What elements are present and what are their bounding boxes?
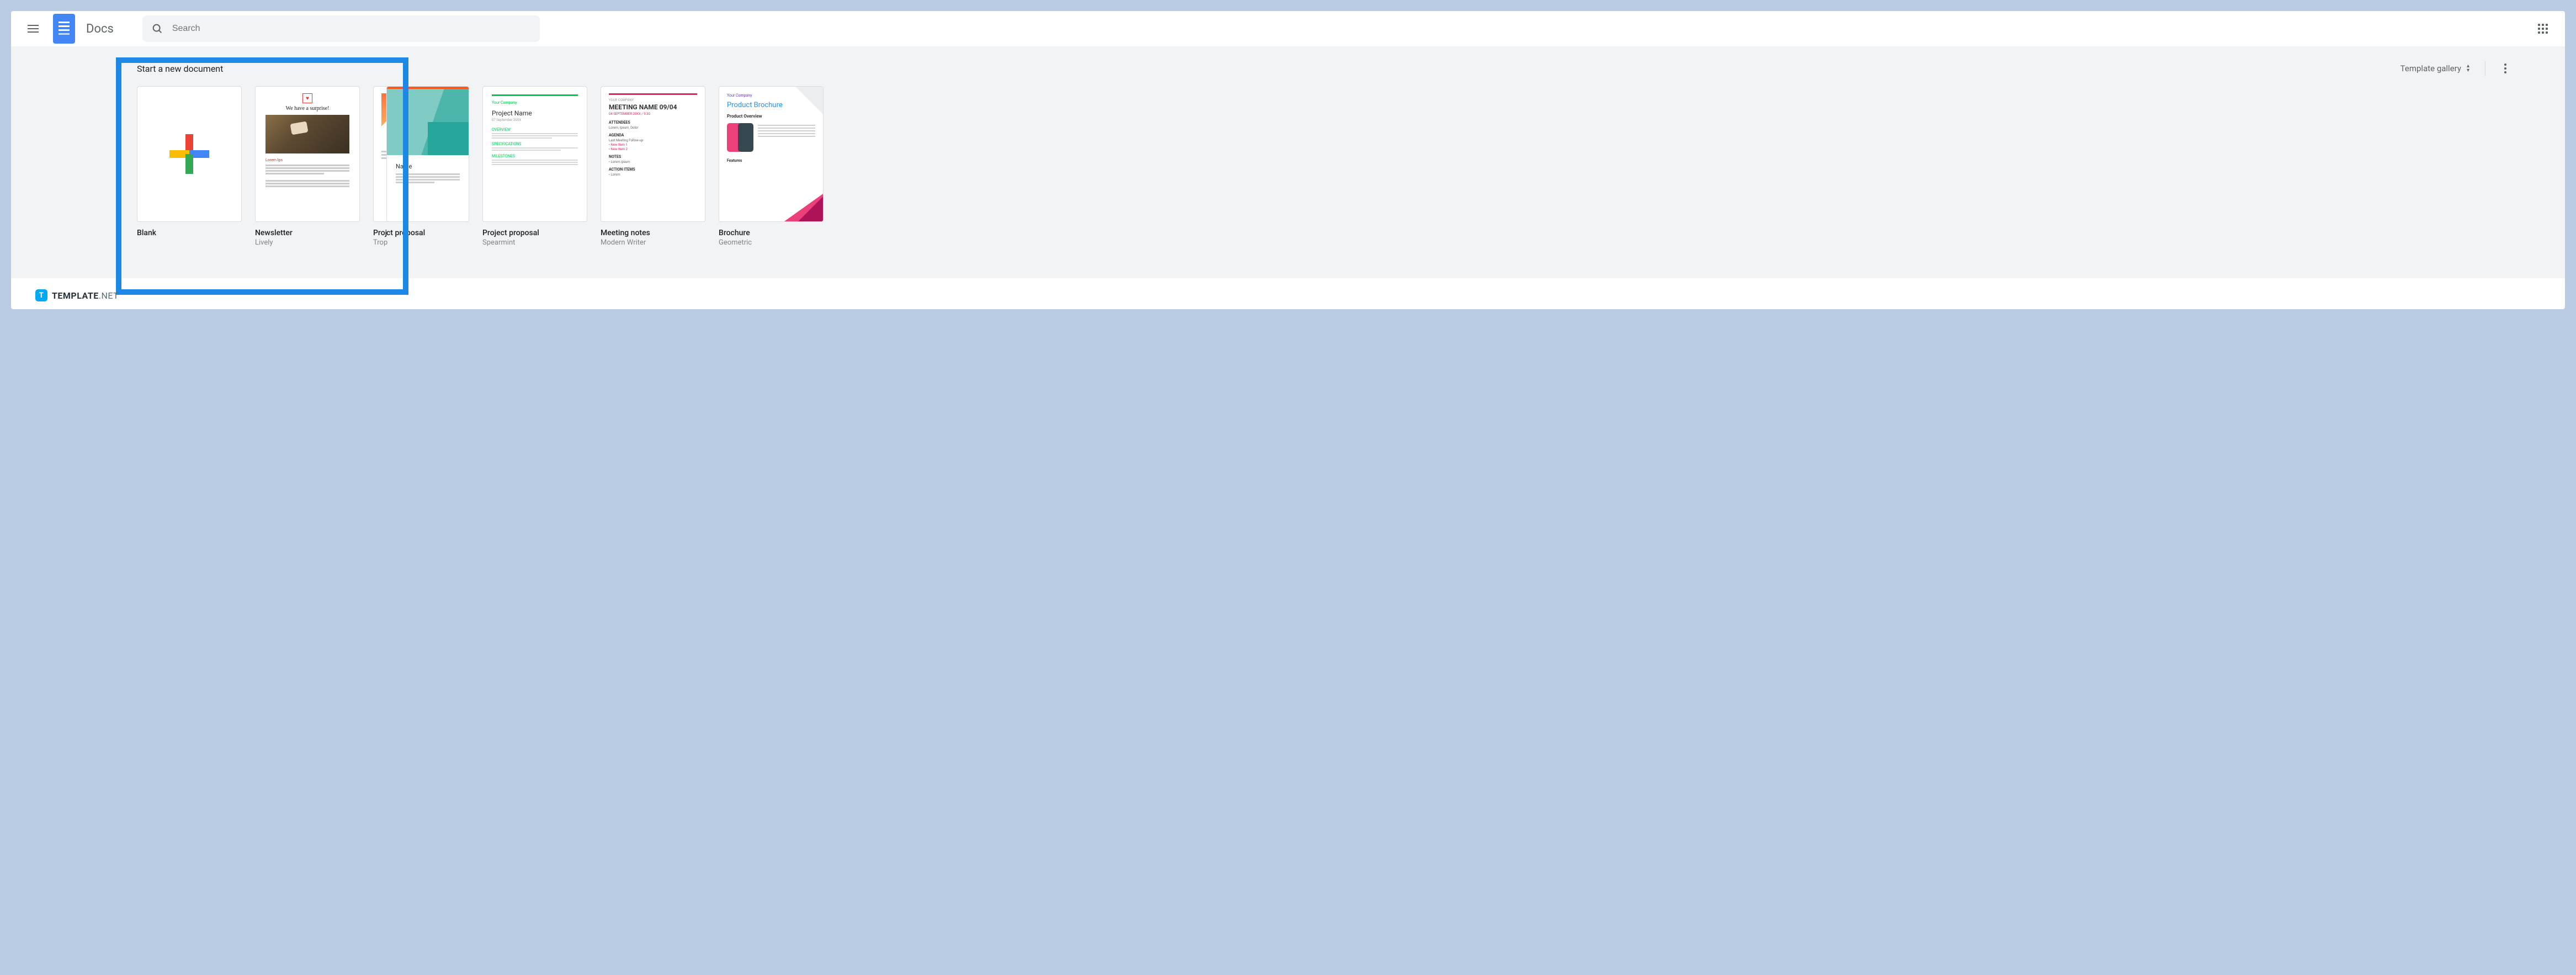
template-proposal-tropic-thumb: Name — [386, 86, 469, 222]
template-row: Blank ♥ We have a surprise! Lorem Ips Ne… — [132, 86, 2521, 247]
phone-mockup-icon — [727, 123, 753, 152]
heart-icon: ♥ — [302, 93, 312, 103]
template-label: Project proposal — [482, 229, 587, 237]
template-sublabel: Spearmint — [482, 239, 587, 247]
search-bar[interactable] — [142, 15, 540, 42]
template-section: Start a new document Template gallery ▴▾ — [11, 46, 2565, 278]
apps-grid-icon — [2538, 24, 2548, 34]
app-title: Docs — [86, 22, 114, 36]
search-input[interactable] — [172, 24, 531, 34]
template-newsletter[interactable]: ♥ We have a surprise! Lorem Ips Newslett… — [255, 86, 360, 247]
template-brochure[interactable]: Your Company Product Brochure Product Ov… — [719, 86, 824, 247]
thumb-heading: We have a surprise! — [265, 105, 349, 112]
thumb-heading: Name — [396, 163, 460, 170]
template-proposal-tropic[interactable]: Name ct proposal — [386, 86, 469, 247]
main-menu-button[interactable] — [20, 15, 46, 42]
thumb-subheading: Product Overview — [727, 114, 815, 119]
template-meeting-notes-thumb: Your Company MEETING NAME 09/04 04 SEPTE… — [601, 86, 705, 222]
more-options-button[interactable] — [2494, 57, 2516, 80]
section-header: Start a new document Template gallery ▴▾ — [132, 57, 2521, 84]
template-label: Blank — [137, 229, 242, 237]
template-sublabel: Modern Writer — [601, 239, 705, 247]
docs-logo-icon[interactable] — [53, 14, 75, 44]
thumb-heading: Product Brochure — [727, 101, 815, 109]
expand-icon: ▴▾ — [2467, 64, 2469, 73]
template-brochure-thumb: Your Company Product Brochure Product Ov… — [719, 86, 824, 222]
template-sublabel: Geometric — [719, 239, 824, 247]
thumb-heading: MEETING NAME 09/04 — [609, 103, 697, 111]
template-sublabel: Lively — [255, 239, 360, 247]
template-blank[interactable]: Blank — [137, 86, 242, 247]
gallery-controls: Template gallery ▴▾ — [2394, 57, 2516, 80]
template-gallery-button[interactable]: Template gallery ▴▾ — [2394, 59, 2476, 78]
template-label: Meeting notes — [601, 229, 705, 237]
template-proposal-spearmint-thumb: Your Company Project Name 07 September 2… — [482, 86, 587, 222]
template-meeting-notes[interactable]: Your Company MEETING NAME 09/04 04 SEPTE… — [601, 86, 705, 247]
plus-multicolor-icon — [169, 134, 209, 174]
hamburger-icon — [28, 25, 39, 33]
template-proposal-spearmint[interactable]: Your Company Project Name 07 September 2… — [482, 86, 587, 247]
app-frame: Docs Start a new document Template galle… — [11, 11, 2565, 309]
template-blank-thumb — [137, 86, 242, 222]
thumb-heading: Project Name — [492, 109, 578, 117]
template-newsletter-thumb: ♥ We have a surprise! Lorem Ips — [255, 86, 360, 222]
header-bar: Docs — [11, 11, 2565, 46]
more-vert-icon — [2504, 63, 2506, 73]
google-apps-button[interactable] — [2530, 15, 2556, 42]
section-title: Start a new document — [137, 63, 223, 74]
template-gallery-label: Template gallery — [2400, 63, 2461, 73]
template-label: ct proposal — [386, 229, 469, 237]
watermark-badge-icon: T — [35, 289, 47, 301]
watermark-brand: TEMPLATE — [52, 290, 99, 301]
search-icon — [151, 23, 163, 35]
template-label: Brochure — [719, 229, 824, 237]
template-label: Newsletter — [255, 229, 360, 237]
watermark-suffix: .NET — [99, 290, 119, 301]
watermark: T TEMPLATE.NET — [35, 289, 119, 301]
